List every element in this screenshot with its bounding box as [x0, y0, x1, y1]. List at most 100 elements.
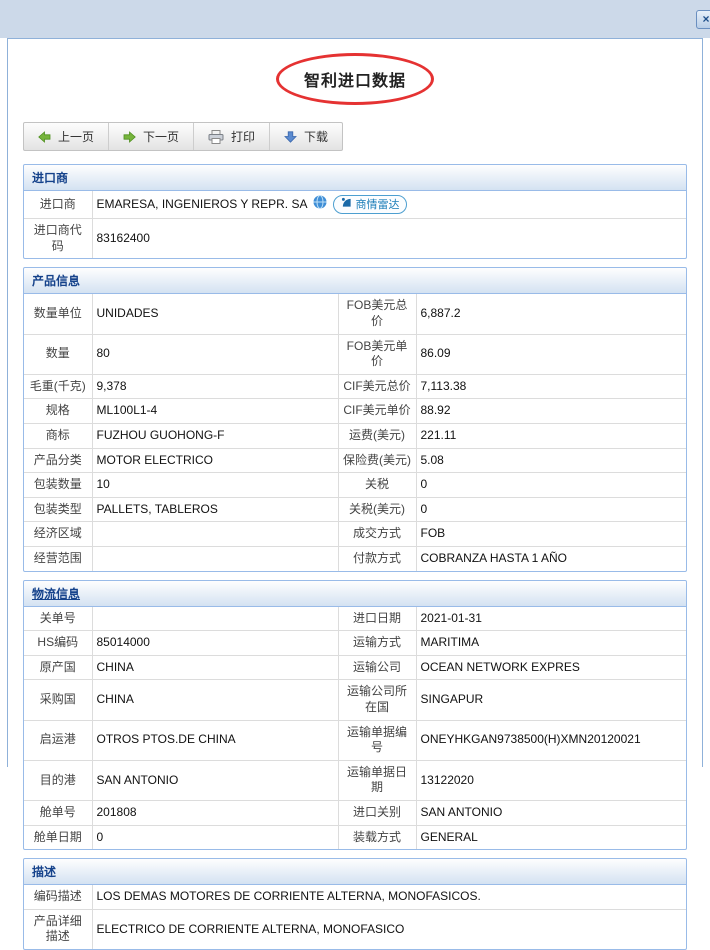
row-label: 运费(美元): [338, 424, 416, 449]
row-label: 运输方式: [338, 631, 416, 656]
row-label: 关税: [338, 473, 416, 498]
table-row: 经济区域成交方式FOB: [24, 522, 686, 547]
download-button[interactable]: 下载: [270, 123, 342, 150]
table-row: 产品分类MOTOR ELECTRICO保险费(美元)5.08: [24, 448, 686, 473]
section-logistics: 物流信息 关单号进口日期2021-01-31HS编码85014000运输方式MA…: [23, 580, 687, 851]
row-label: CIF美元单价: [338, 399, 416, 424]
row-value: 0: [416, 497, 686, 522]
logistics-table: 关单号进口日期2021-01-31HS编码85014000运输方式MARITIM…: [24, 607, 686, 850]
table-row: 规格ML100L1-4CIF美元单价88.92: [24, 399, 686, 424]
row-value: MOTOR ELECTRICO: [92, 448, 338, 473]
arrow-down-icon: [284, 131, 297, 143]
row-label: 经济区域: [24, 522, 92, 547]
table-row: 编码描述LOS DEMAS MOTORES DE CORRIENTE ALTER…: [24, 885, 686, 909]
row-value: ONEYHKGAN9738500(H)XMN20120021: [416, 720, 686, 760]
row-label: 数量: [24, 334, 92, 374]
row-label: 毛重(千克): [24, 374, 92, 399]
row-label: 采购国: [24, 680, 92, 720]
row-label: 原产国: [24, 655, 92, 680]
radar-badge-label: 商情雷达: [355, 198, 399, 212]
print-label: 打印: [231, 128, 255, 145]
row-value: PALLETS, TABLEROS: [92, 497, 338, 522]
arrow-left-icon: [38, 131, 51, 143]
row-label: 目的港: [24, 760, 92, 800]
table-row: 数量单位UNIDADESFOB美元总价6,887.2: [24, 294, 686, 334]
prev-page-label: 上一页: [58, 128, 94, 145]
row-value: 88.92: [416, 399, 686, 424]
row-label: 运输单据日期: [338, 760, 416, 800]
row-label: 进口日期: [338, 607, 416, 631]
page-title: 智利进口数据: [304, 73, 406, 90]
row-label: CIF美元总价: [338, 374, 416, 399]
product-table: 数量单位UNIDADESFOB美元总价6,887.2数量80FOB美元单价86.…: [24, 294, 686, 570]
table-row: 目的港SAN ANTONIO运输单据日期13122020: [24, 760, 686, 800]
table-row: 原产国CHINA运输公司OCEAN NETWORK EXPRES: [24, 655, 686, 680]
section-importer: 进口商 进口商 EMARESA, INGENIEROS Y REPR. SA: [23, 164, 687, 259]
radar-icon: [341, 197, 352, 212]
row-label: 舱单号: [24, 800, 92, 825]
row-value: 9,378: [92, 374, 338, 399]
close-button[interactable]: ×: [696, 10, 710, 29]
row-value: LOS DEMAS MOTORES DE CORRIENTE ALTERNA, …: [92, 885, 686, 909]
row-value: SINGAPUR: [416, 680, 686, 720]
row-value: 6,887.2: [416, 294, 686, 334]
row-value: MARITIMA: [416, 631, 686, 656]
business-radar-badge[interactable]: 商情雷达: [333, 195, 407, 214]
row-value: 86.09: [416, 334, 686, 374]
row-value: GENERAL: [416, 825, 686, 849]
download-label: 下载: [304, 128, 328, 145]
print-button[interactable]: 打印: [194, 123, 270, 150]
table-row: 商标FUZHOU GUOHONG-F运费(美元)221.11: [24, 424, 686, 449]
next-page-button[interactable]: 下一页: [109, 123, 194, 150]
row-value: 201808: [92, 800, 338, 825]
table-row: 舱单号201808进口关别SAN ANTONIO: [24, 800, 686, 825]
prev-page-button[interactable]: 上一页: [24, 123, 109, 150]
row-value: OTROS PTOS.DE CHINA: [92, 720, 338, 760]
description-section-header: 描述: [24, 859, 686, 885]
row-label: 运输单据编号: [338, 720, 416, 760]
row-value: 221.11: [416, 424, 686, 449]
row-value: 2021-01-31: [416, 607, 686, 631]
row-value: SAN ANTONIO: [416, 800, 686, 825]
row-label: HS编码: [24, 631, 92, 656]
row-label: 产品分类: [24, 448, 92, 473]
row-value: CHINA: [92, 680, 338, 720]
table-row: 经营范围付款方式COBRANZA HASTA 1 AÑO: [24, 547, 686, 571]
table-row: 进口商代码 83162400: [24, 219, 686, 259]
row-label: 关单号: [24, 607, 92, 631]
row-value: OCEAN NETWORK EXPRES: [416, 655, 686, 680]
globe-icon[interactable]: [313, 195, 327, 214]
row-value: ELECTRICO DE CORRIENTE ALTERNA, MONOFASI…: [92, 909, 686, 949]
row-label: 成交方式: [338, 522, 416, 547]
table-row: 数量80FOB美元单价86.09: [24, 334, 686, 374]
row-label: 数量单位: [24, 294, 92, 334]
row-value: FUZHOU GUOHONG-F: [92, 424, 338, 449]
toolbar: 上一页 下一页 打印 下载: [23, 122, 343, 151]
section-product: 产品信息 数量单位UNIDADESFOB美元总价6,887.2数量80FOB美元…: [23, 267, 687, 571]
row-value: 10: [92, 473, 338, 498]
page-background-strip: ×: [0, 0, 710, 38]
row-value: ML100L1-4: [92, 399, 338, 424]
row-label: 关税(美元): [338, 497, 416, 522]
table-row: 关单号 进口日期2021-01-31: [24, 607, 686, 631]
row-label: 编码描述: [24, 885, 92, 909]
table-row: 包装类型PALLETS, TABLEROS关税(美元)0: [24, 497, 686, 522]
row-label: 商标: [24, 424, 92, 449]
row-value: [92, 607, 338, 631]
section-description: 描述 编码描述LOS DEMAS MOTORES DE CORRIENTE AL…: [23, 858, 687, 950]
red-ellipse-highlight: 智利进口数据: [276, 53, 434, 105]
logistics-section-header: 物流信息: [24, 581, 686, 607]
arrow-right-icon: [123, 131, 136, 143]
description-table: 编码描述LOS DEMAS MOTORES DE CORRIENTE ALTER…: [24, 885, 686, 949]
product-section-header: 产品信息: [24, 268, 686, 294]
importer-section-header: 进口商: [24, 165, 686, 191]
row-value: CHINA: [92, 655, 338, 680]
import-record-dialog: 智利进口数据 上一页 下一页 打印: [7, 38, 703, 767]
row-label: 启运港: [24, 720, 92, 760]
row-label: 规格: [24, 399, 92, 424]
table-row: 采购国CHINA运输公司所在国SINGAPUR: [24, 680, 686, 720]
row-label: FOB美元单价: [338, 334, 416, 374]
next-page-label: 下一页: [143, 128, 179, 145]
row-label: 进口商代码: [24, 219, 92, 259]
row-label: 舱单日期: [24, 825, 92, 849]
